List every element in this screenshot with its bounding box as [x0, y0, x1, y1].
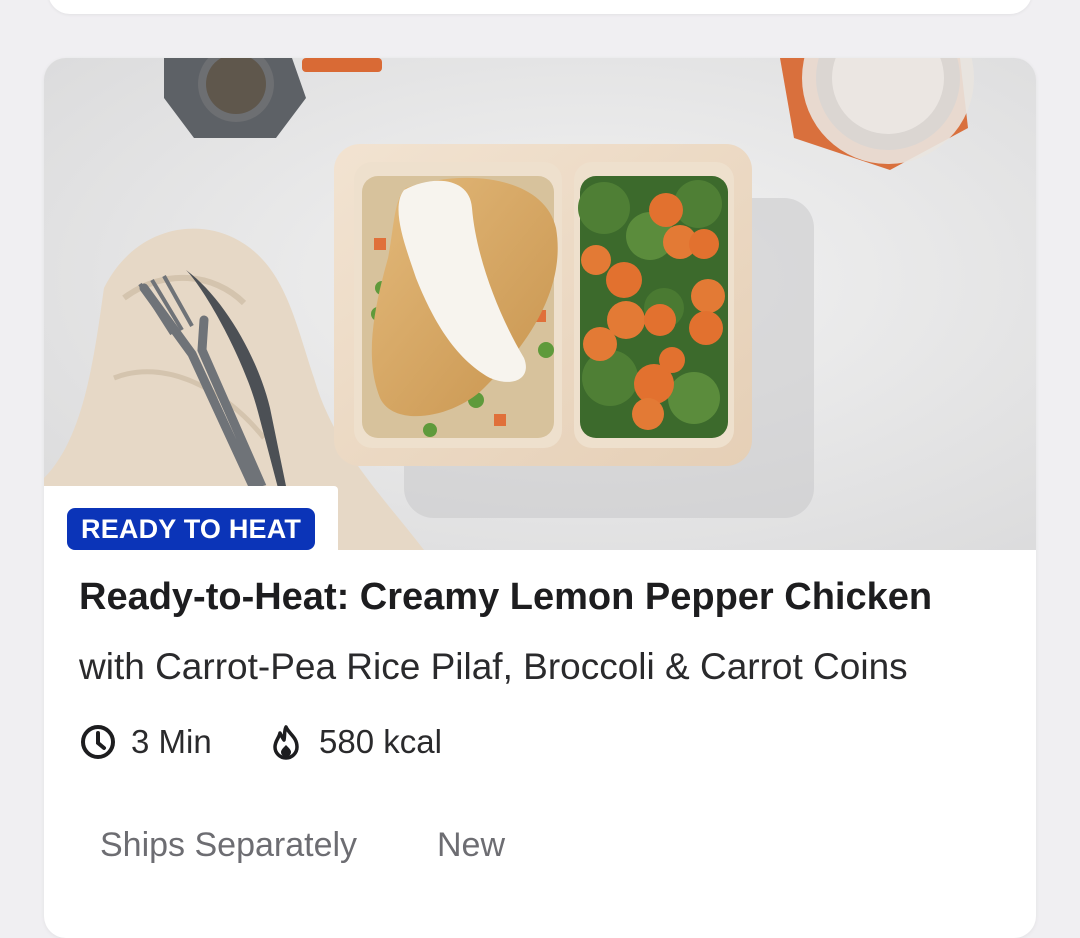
calories: 580 kcal	[267, 720, 442, 764]
clock-icon	[79, 723, 117, 761]
previous-card-edge	[48, 0, 1032, 14]
prep-time: 3 Min	[79, 720, 212, 764]
prep-time-value: 3 Min	[131, 723, 212, 760]
tag-new: New	[437, 826, 506, 864]
ready-to-heat-badge: READY TO HEAT	[67, 508, 316, 550]
meal-subtitle: with Carrot-Pea Rice Pilaf, Broccoli & C…	[79, 646, 908, 687]
badge-container: READY TO HEAT	[44, 486, 338, 550]
meal-photo: READY TO HEAT	[44, 58, 1036, 550]
tag-ships-separately: Ships Separately	[100, 826, 358, 864]
flame-icon	[267, 723, 305, 761]
meal-card[interactable]: READY TO HEAT Ready-to-Heat: Creamy Lemo…	[44, 58, 1036, 938]
calories-value: 580 kcal	[319, 723, 442, 760]
meal-title[interactable]: Ready-to-Heat: Creamy Lemon Pepper Chick…	[79, 576, 1019, 619]
